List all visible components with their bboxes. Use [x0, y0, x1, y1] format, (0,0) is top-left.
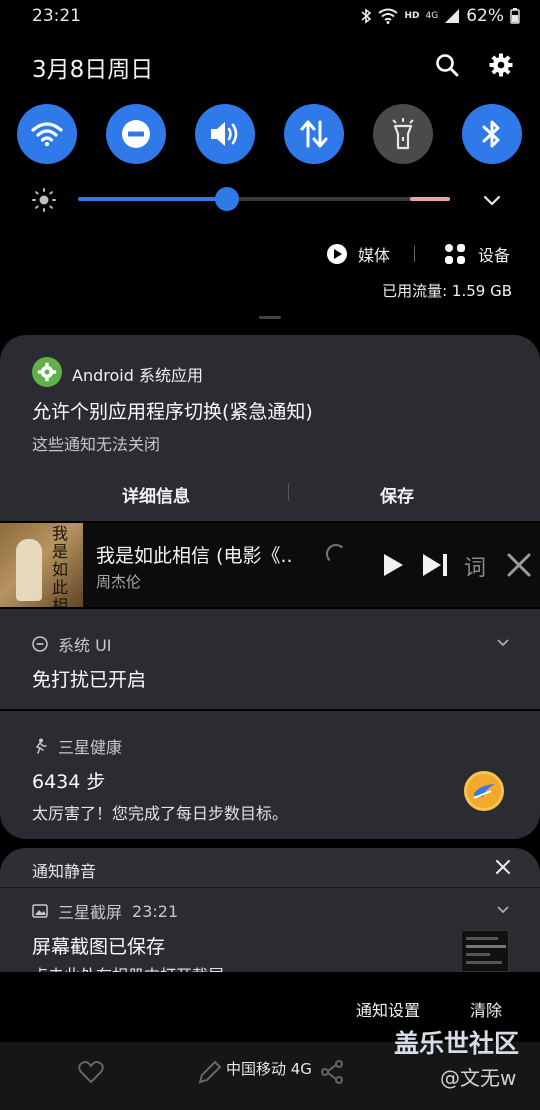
- close-player-button[interactable]: [504, 548, 534, 582]
- wifi-toggle[interactable]: [17, 104, 77, 164]
- brightness-sun-icon: [32, 188, 56, 212]
- share-icon: [321, 1060, 343, 1084]
- dnd-small-icon: [32, 636, 48, 652]
- hd-label: HD: [404, 11, 420, 21]
- expand-screenshot-chevron-icon[interactable]: [496, 903, 510, 917]
- do-not-disturb-icon: [122, 120, 150, 148]
- devices-button[interactable]: 设备: [444, 242, 510, 266]
- watermark-site: 盖乐世社区: [394, 1029, 520, 1058]
- action-divider: [288, 483, 289, 501]
- screenshot-app-name: 三星截屏: [58, 903, 123, 922]
- save-button[interactable]: 保存: [380, 482, 414, 507]
- divider: [414, 246, 415, 262]
- health-runner-icon: [35, 738, 47, 754]
- date-label: 3月8日周日: [32, 57, 154, 83]
- lyrics-button[interactable]: 词: [464, 550, 486, 582]
- search-icon[interactable]: [432, 50, 462, 80]
- system-ui-notification[interactable]: [0, 609, 540, 709]
- notification-settings-button[interactable]: 通知设置: [356, 997, 420, 1021]
- silent-section-title: 通知静音: [32, 862, 97, 881]
- wifi-icon: [31, 122, 63, 147]
- clear-button[interactable]: 清除: [470, 997, 502, 1021]
- close-silent-icon[interactable]: [495, 859, 511, 875]
- song-title: 我是如此相信 (电影《..: [96, 545, 293, 567]
- mobile-data-toggle[interactable]: [284, 104, 344, 164]
- steps-count: 6434 步: [32, 771, 106, 793]
- bluetooth-icon: [482, 120, 500, 148]
- health-header: 三星健康: [32, 734, 122, 758]
- sound-toggle[interactable]: [195, 104, 255, 164]
- loading-spinner-icon: [326, 544, 346, 564]
- screenshot-time: 23:21: [132, 901, 179, 921]
- status-time: 23:21: [32, 6, 81, 26]
- status-bar: 23:21 HD 4G 62%: [0, 0, 540, 34]
- drag-handle[interactable]: [259, 316, 281, 319]
- song-artist: 周杰伦: [96, 573, 142, 591]
- health-app-name: 三星健康: [58, 738, 123, 757]
- chevron-down-icon[interactable]: [482, 190, 502, 210]
- play-icon: [384, 554, 403, 576]
- status-icons: HD 4G 62%: [360, 6, 520, 26]
- skip-next-icon: [423, 554, 447, 576]
- data-usage-label: 已用流量: 1.59 GB: [382, 282, 512, 300]
- details-button[interactable]: 详细信息: [122, 482, 190, 507]
- play-button[interactable]: [378, 548, 408, 582]
- bluetooth-toggle[interactable]: [462, 104, 522, 164]
- 4g-label: 4G: [425, 10, 439, 21]
- battery-percent: 62%: [466, 6, 504, 26]
- media-output-button[interactable]: 媒体: [326, 242, 390, 266]
- expand-chevron-icon[interactable]: [496, 636, 510, 650]
- settings-gear-icon[interactable]: [486, 50, 516, 80]
- notification-app-name: Android 系统应用: [72, 366, 203, 385]
- steps-goal-text: 太厉害了！您完成了每日步数目标。: [32, 804, 289, 823]
- brightness-warning-zone: [410, 197, 450, 201]
- screenshot-thumbnail: [461, 930, 509, 972]
- brightness-slider[interactable]: [78, 197, 450, 201]
- screenshot-title: 屏幕截图已保存: [32, 936, 166, 958]
- play-circle-icon: [327, 244, 347, 264]
- android-settings-icon: [32, 357, 62, 387]
- close-icon: [507, 553, 531, 577]
- watermark-user: @文无w: [440, 1066, 517, 1090]
- album-art: 我是如此相信: [0, 523, 83, 607]
- next-button[interactable]: [420, 548, 450, 582]
- goal-medal-icon: [464, 771, 504, 811]
- pencil-icon: [198, 1060, 222, 1084]
- battery-icon: [510, 8, 520, 24]
- signal-icon: [445, 9, 460, 23]
- brightness-fill: [78, 197, 227, 201]
- flashlight-icon: [392, 118, 414, 150]
- notification-text: 这些通知无法关闭: [32, 435, 161, 454]
- screenshot-text: 点击此处在相册中打开截屏: [32, 962, 224, 972]
- album-art-text: 我是如此相信: [52, 524, 69, 608]
- wifi-status-icon: [378, 8, 399, 24]
- carrier-label: 中国移动 4G: [226, 1060, 312, 1078]
- notification-title: 允许个别应用程序切换(紧急通知): [32, 401, 313, 423]
- heart-icon: [78, 1061, 104, 1084]
- do-not-disturb-toggle[interactable]: [106, 104, 166, 164]
- flashlight-toggle[interactable]: [373, 104, 433, 164]
- device-label: 设备: [478, 246, 511, 265]
- mobile-data-icon: [300, 120, 328, 148]
- brightness-thumb[interactable]: [215, 187, 239, 211]
- media-label: 媒体: [358, 246, 391, 265]
- devices-grid-icon: [445, 244, 465, 264]
- system-ui-header: 系统 UI: [32, 632, 112, 656]
- image-icon: [32, 904, 48, 918]
- system-ui-app-name: 系统 UI: [58, 636, 112, 655]
- dnd-on-title: 免打扰已开启: [32, 669, 147, 691]
- sound-icon: [211, 122, 238, 146]
- bluetooth-status-icon: [361, 8, 372, 24]
- screenshot-header: 三星截屏 23:21: [32, 899, 178, 923]
